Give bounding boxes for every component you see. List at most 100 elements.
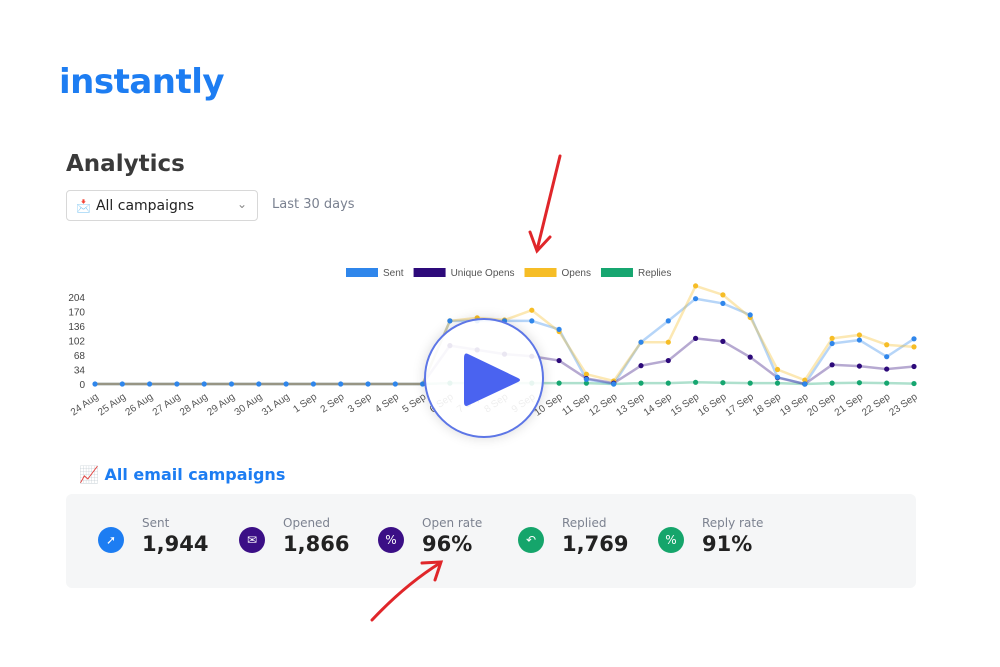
x-tick-label: 28 Aug	[178, 391, 210, 418]
stats-panel: ➚ Sent 1,944 ✉ Opened 1,866 % Open rate 96% ↶ R…	[66, 494, 916, 588]
data-point	[174, 381, 180, 387]
y-tick-label: 170	[68, 308, 85, 319]
data-point	[228, 381, 235, 387]
campaign-select-value: All campaigns	[95, 197, 195, 214]
campaign-select[interactable]: 📩 All campaigns ⌄	[66, 190, 258, 221]
y-tick-label: 102	[68, 337, 85, 348]
stat-sent: ➚ Sent 1,944	[98, 516, 208, 556]
data-point	[856, 332, 863, 338]
x-tick-label: 31 Aug	[260, 391, 292, 418]
x-tick-label: 11 Sep	[560, 391, 592, 418]
date-range[interactable]: Last 30 days	[272, 197, 355, 212]
data-point	[556, 326, 562, 333]
data-point	[529, 318, 535, 324]
data-point	[774, 374, 781, 380]
stat-label: Open rate	[422, 516, 483, 530]
x-tick-label: 17 Sep	[724, 391, 757, 418]
data-point	[829, 380, 835, 386]
legend-swatch	[600, 268, 633, 277]
data-point	[529, 307, 535, 313]
y-tick-label: 136	[68, 322, 85, 333]
arrow-up-right-icon: ➚	[98, 527, 124, 553]
data-point	[256, 381, 262, 387]
data-point	[720, 380, 726, 386]
section-title-text: All email campaigns	[104, 465, 286, 484]
data-point	[147, 381, 153, 387]
data-point	[665, 318, 671, 324]
data-point	[92, 381, 98, 387]
envelope-open-icon: ✉	[239, 527, 265, 553]
y-tick-label: 34	[74, 366, 86, 377]
data-point	[338, 381, 344, 387]
logo: instantly	[59, 62, 225, 102]
play-button[interactable]	[424, 318, 544, 438]
data-point	[201, 381, 207, 387]
x-tick-label: 22 Sep	[860, 391, 893, 418]
stat-label: Reply rate	[702, 516, 764, 530]
data-point	[747, 312, 753, 318]
x-tick-label: 16 Sep	[696, 391, 729, 418]
legend-swatch	[413, 268, 446, 277]
percent-icon: %	[378, 527, 404, 553]
x-tick-label: 3 Sep	[346, 391, 374, 415]
data-point	[638, 339, 644, 345]
data-point	[283, 381, 289, 387]
data-point	[884, 354, 890, 360]
data-point	[638, 380, 644, 386]
envelope-icon: 📩	[76, 198, 91, 213]
play-icon	[464, 353, 520, 406]
x-tick-label: 30 Aug	[233, 391, 265, 418]
data-point	[911, 363, 917, 370]
data-point	[119, 381, 125, 387]
stat-label: Replied	[562, 516, 607, 530]
data-point	[693, 335, 699, 341]
data-point	[665, 339, 671, 345]
page-title: Analytics	[66, 151, 185, 177]
x-tick-label: 2 Sep	[319, 391, 347, 415]
y-tick-label: 68	[74, 351, 86, 362]
data-point	[747, 354, 753, 360]
data-point	[720, 300, 726, 306]
data-point	[392, 381, 398, 387]
legend-label: Sent	[383, 268, 404, 279]
x-tick-label: 20 Sep	[806, 391, 839, 418]
x-tick-label: 1 Sep	[291, 391, 319, 415]
data-point	[802, 381, 808, 387]
data-point	[829, 362, 835, 368]
data-point	[693, 296, 699, 302]
data-point	[856, 380, 863, 386]
data-point	[556, 380, 562, 386]
stat-reply-rate: % Reply rate 91%	[658, 516, 763, 556]
x-tick-label: 24 Aug	[69, 391, 101, 418]
x-tick-label: 12 Sep	[587, 391, 620, 418]
stat-value: 96%	[422, 532, 473, 556]
data-point	[911, 336, 917, 342]
x-tick-label: 4 Sep	[373, 391, 401, 415]
data-point	[693, 379, 699, 385]
section-title: 📈 All email campaigns	[79, 465, 285, 484]
data-point	[365, 381, 371, 387]
data-point	[911, 344, 917, 350]
chart-icon: 📈	[79, 465, 105, 484]
data-point	[720, 338, 726, 344]
reply-icon: ↶	[518, 527, 544, 553]
data-point	[611, 381, 617, 387]
data-point	[774, 366, 781, 373]
legend-label: Unique Opens	[451, 268, 515, 279]
y-tick-label: 204	[68, 293, 85, 304]
stat-label: Sent	[142, 516, 170, 530]
data-point	[447, 318, 453, 324]
stat-opened: ✉ Opened 1,866	[239, 516, 349, 556]
data-point	[884, 342, 890, 348]
data-point	[665, 357, 671, 364]
x-tick-label: 21 Sep	[833, 391, 866, 418]
stat-value: 1,944	[142, 532, 209, 556]
data-point	[747, 380, 753, 386]
data-point	[310, 381, 316, 387]
data-point	[884, 366, 890, 372]
data-point	[693, 283, 699, 289]
data-point	[774, 380, 781, 386]
stat-open-rate: % Open rate 96%	[378, 516, 482, 556]
legend-label: Replies	[638, 268, 671, 279]
stat-value: 1,866	[283, 532, 350, 556]
